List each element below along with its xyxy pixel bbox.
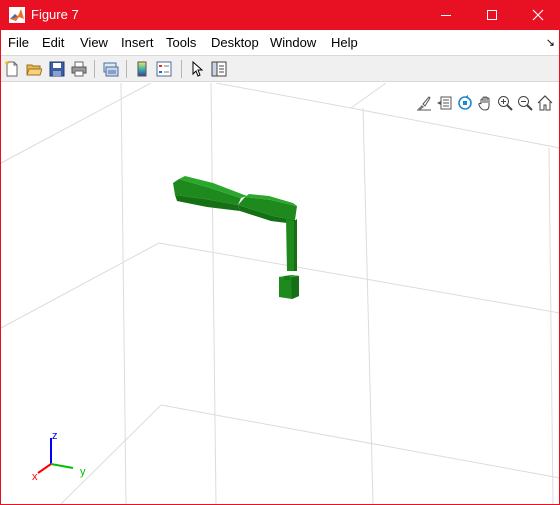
rotate-3d-icon <box>458 95 472 110</box>
triad-x-label: x <box>32 471 38 483</box>
minimize-button[interactable] <box>423 0 469 30</box>
insert-colorbar-button[interactable] <box>132 59 152 79</box>
save-button[interactable] <box>47 59 67 79</box>
menu-view[interactable]: View <box>80 35 108 51</box>
toolbar-separator <box>94 60 95 78</box>
toolbar-separator <box>126 60 127 78</box>
menu-desktop[interactable]: Desktop <box>211 35 259 51</box>
insert-legend-button[interactable] <box>154 59 174 79</box>
close-icon <box>532 9 544 21</box>
edit-plot-arrow-icon <box>192 61 204 77</box>
menu-edit[interactable]: Edit <box>42 35 64 51</box>
rotate-3d-button[interactable] <box>456 94 474 112</box>
minimize-icon <box>441 15 451 16</box>
menu-window[interactable]: Window <box>270 35 316 51</box>
print-button[interactable] <box>69 59 89 79</box>
menu-tools[interactable]: Tools <box>166 35 196 51</box>
new-figure-icon <box>5 61 18 77</box>
print-icon <box>71 61 87 77</box>
title-bar[interactable]: Figure 7 <box>1 0 559 30</box>
data-tips-button[interactable] <box>435 94 453 112</box>
maximize-icon <box>487 10 497 20</box>
pan-icon <box>478 96 490 111</box>
close-button[interactable] <box>515 0 559 30</box>
zoom-out-button[interactable] <box>516 94 534 112</box>
open-property-inspector-button[interactable] <box>209 59 229 79</box>
zoom-out-icon <box>518 96 533 111</box>
maximize-button[interactable] <box>469 0 515 30</box>
figure-window: Figure 7 File Edit View Insert Tools Des… <box>0 0 560 505</box>
dock-figure-icon[interactable]: ↘ <box>546 36 555 49</box>
open-file-button[interactable] <box>24 59 44 79</box>
save-icon <box>49 61 65 77</box>
new-figure-button[interactable] <box>2 59 22 79</box>
open-file-icon <box>26 64 42 76</box>
menu-help[interactable]: Help <box>331 35 358 51</box>
zoom-in-icon <box>498 96 513 111</box>
window-title: Figure 7 <box>31 7 79 22</box>
triad-z-label: z <box>52 430 58 442</box>
home-icon <box>537 95 553 111</box>
toolbar-separator <box>181 60 182 78</box>
figure-canvas[interactable]: z y x <box>1 82 560 504</box>
insert-legend-icon <box>156 61 172 77</box>
link-plot-icon <box>103 62 119 77</box>
brush-icon <box>417 96 431 111</box>
link-plot-button[interactable] <box>101 59 121 79</box>
3d-axes[interactable]: z y x <box>1 82 560 504</box>
zoom-in-button[interactable] <box>496 94 514 112</box>
axes-triad: z y x <box>32 430 86 483</box>
insert-colorbar-icon <box>137 61 147 77</box>
pan-button[interactable] <box>476 94 494 112</box>
home-button[interactable] <box>536 94 554 112</box>
brush-button[interactable] <box>415 94 433 112</box>
edit-plot-button[interactable] <box>187 59 207 79</box>
menu-bar: File Edit View Insert Tools Desktop Wind… <box>1 30 559 54</box>
matlab-logo-icon <box>9 7 25 23</box>
triad-y-label: y <box>80 466 86 478</box>
menu-insert[interactable]: Insert <box>121 35 154 51</box>
open-property-inspector-icon <box>211 61 227 77</box>
data-tips-icon <box>437 96 452 110</box>
figure-toolbar <box>1 55 559 82</box>
3d-model[interactable] <box>173 176 299 299</box>
menu-file[interactable]: File <box>8 35 29 51</box>
